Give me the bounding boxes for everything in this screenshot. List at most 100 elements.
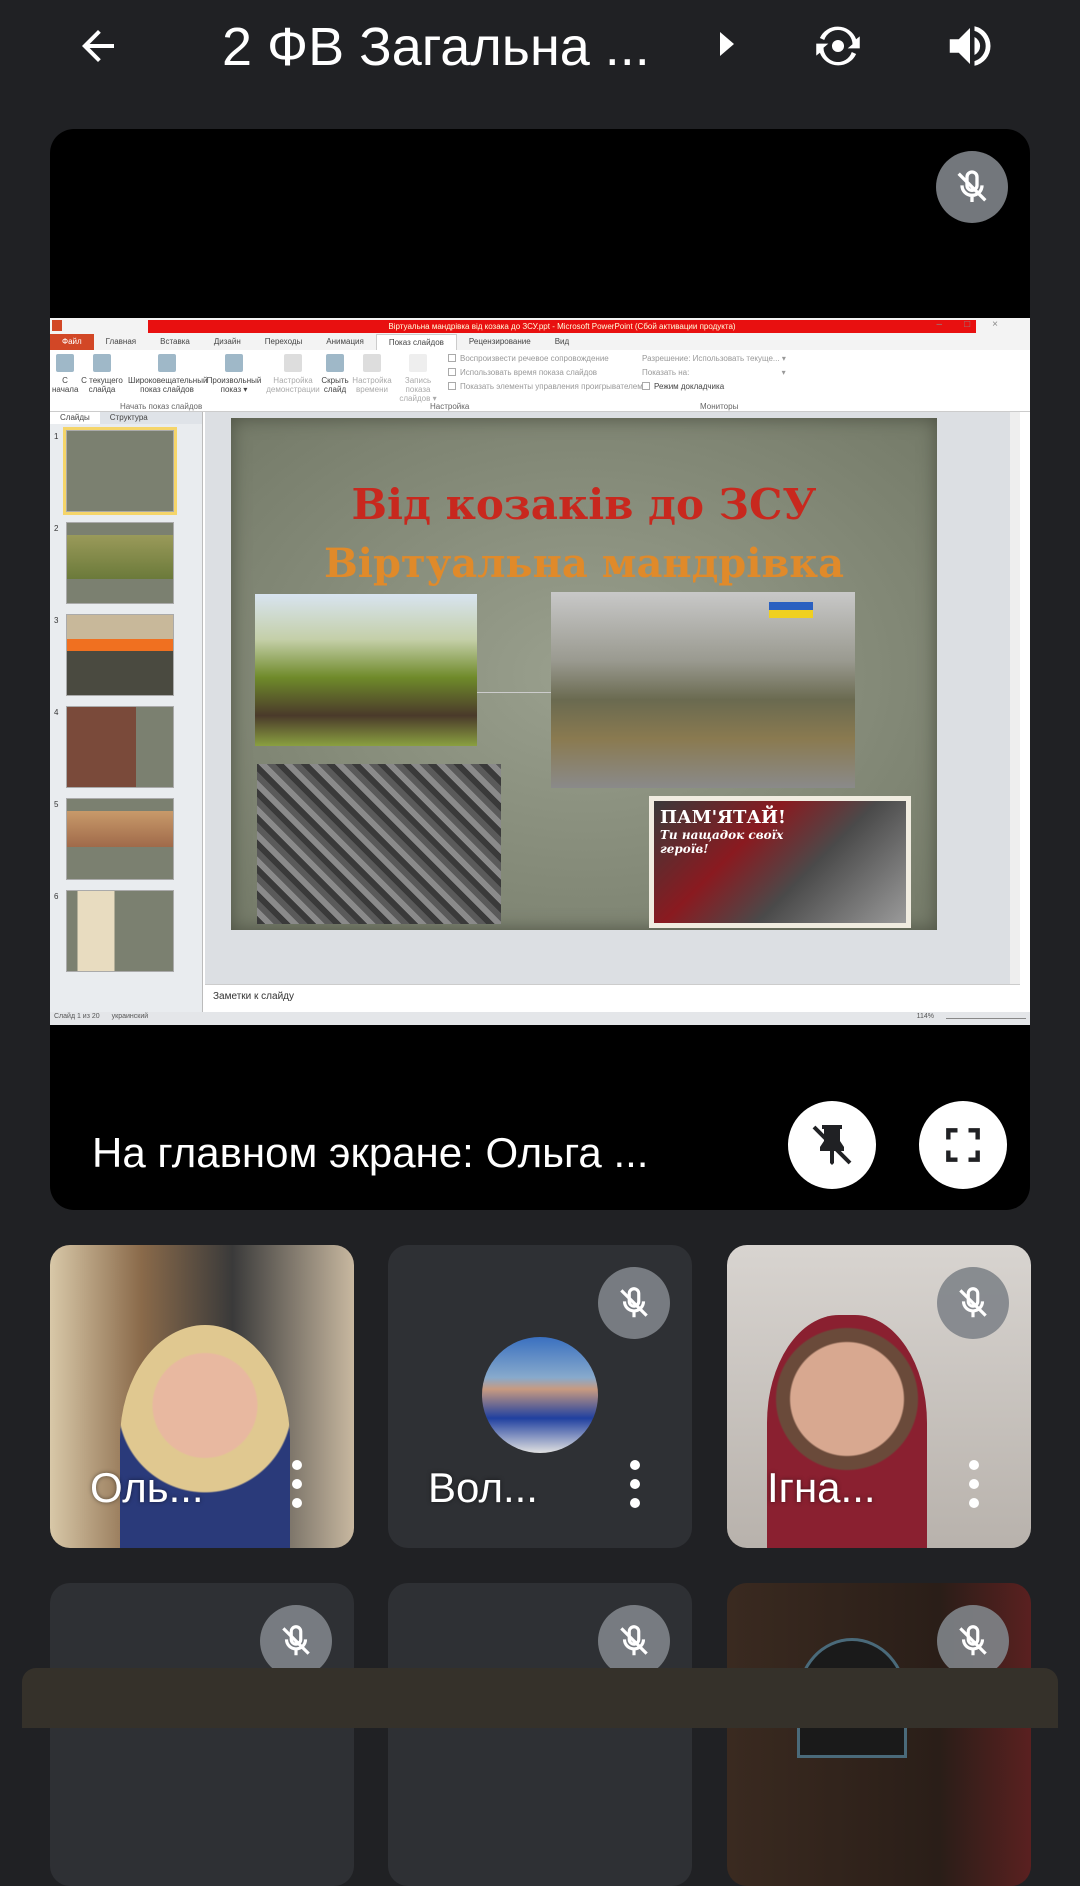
rehearse-timings-button[interactable]: Настройка времени bbox=[352, 352, 392, 394]
muted-indicator bbox=[936, 151, 1008, 223]
volume-icon bbox=[949, 26, 991, 66]
thumb-number: 3 bbox=[54, 616, 59, 625]
muted-indicator bbox=[937, 1267, 1009, 1339]
participant-video bbox=[767, 1315, 927, 1548]
title-expand-icon[interactable] bbox=[720, 32, 734, 56]
participant-tile[interactable]: Оль... bbox=[50, 1245, 354, 1548]
participant-avatar bbox=[482, 1337, 598, 1453]
back-button[interactable] bbox=[70, 18, 126, 74]
participant-tile[interactable]: Ігна... bbox=[727, 1245, 1031, 1548]
checkbox-media-controls[interactable]: Показать элементы управления проигрывате… bbox=[448, 382, 643, 391]
more-options-button[interactable] bbox=[292, 1460, 302, 1508]
mic-off-icon bbox=[959, 1287, 987, 1318]
hide-slide-button[interactable]: Скрыть слайд bbox=[320, 352, 350, 394]
ppt-ribbon-tabs: Файл Главная Вставка Дизайн Переходы Ани… bbox=[50, 334, 1030, 350]
muted-indicator bbox=[598, 1605, 670, 1677]
slide-subtitle: Віртуальна мандрівка bbox=[323, 540, 845, 587]
checkbox-timings[interactable]: Использовать время показа слайдов bbox=[448, 368, 597, 377]
from-current-button[interactable]: С текущего слайда bbox=[80, 352, 124, 394]
slide-thumbnail[interactable] bbox=[66, 890, 174, 972]
participant-name: Оль... bbox=[90, 1464, 204, 1511]
ppt-ribbon: С начала С текущего слайда Широковещател… bbox=[50, 350, 1030, 412]
arrow-left-icon bbox=[82, 30, 114, 62]
remember-poster-image: ПАМ'ЯТАЙ! Ти нащадок своїх героїв! bbox=[649, 796, 911, 928]
slide-editor: Від козаків до ЗСУ Віртуальна мандрівка … bbox=[205, 412, 1020, 1002]
participant-video bbox=[120, 1325, 290, 1548]
mic-off-icon bbox=[620, 1625, 648, 1656]
ppt-tab[interactable]: Переходы bbox=[253, 334, 315, 350]
mic-off-icon bbox=[620, 1287, 648, 1318]
checkbox-narration[interactable]: Воспроизвести речевое сопровождение bbox=[448, 354, 609, 363]
ppt-tab[interactable]: Файл bbox=[50, 334, 94, 350]
muted-indicator bbox=[937, 1605, 1009, 1677]
ppt-status-bar: Слайд 1 из 20 украинский 114% bbox=[50, 1012, 1030, 1025]
window-controls[interactable]: –□× bbox=[937, 319, 1020, 330]
participant-tile[interactable] bbox=[388, 1583, 692, 1886]
ppt-window-title: Віртуальна мандрівка від козака до ЗСУ.p… bbox=[148, 320, 976, 333]
ppt-tab[interactable]: Показ слайдов bbox=[375, 334, 457, 350]
ppt-tab[interactable]: Рецензирование bbox=[457, 334, 543, 350]
resolution-select[interactable]: Разрешение: Использовать текуще... ▾ bbox=[642, 354, 786, 363]
ppt-tab[interactable]: Анимация bbox=[314, 334, 376, 350]
fullscreen-button[interactable] bbox=[919, 1101, 1007, 1189]
slide-thumbnail[interactable] bbox=[66, 522, 174, 604]
thumb-number: 6 bbox=[54, 892, 59, 901]
poster-text: героїв! bbox=[660, 842, 709, 856]
custom-show-button[interactable]: Произвольный показ ▾ bbox=[206, 352, 262, 394]
zoom-slider[interactable] bbox=[946, 1013, 1026, 1019]
zoom-level[interactable]: 114% bbox=[917, 1013, 934, 1024]
current-slide: Від козаків до ЗСУ Віртуальна мандрівка … bbox=[231, 418, 937, 930]
mic-off-icon bbox=[957, 170, 987, 202]
slide-thumbnail[interactable] bbox=[63, 427, 177, 515]
shared-screen-powerpoint: Віртуальна мандрівка від козака до ЗСУ.p… bbox=[50, 318, 1030, 1025]
more-options-button[interactable] bbox=[969, 1460, 979, 1508]
ppt-tab[interactable]: Вид bbox=[543, 334, 581, 350]
poster-headline: ПАМ'ЯТАЙ! bbox=[660, 807, 786, 828]
unpin-icon bbox=[812, 1125, 852, 1165]
presentation-tile[interactable]: Віртуальна мандрівка від козака до ЗСУ.p… bbox=[50, 129, 1030, 1210]
record-show-button[interactable]: Запись показа слайдов ▾ bbox=[392, 352, 444, 403]
thumb-number: 5 bbox=[54, 800, 59, 809]
show-on-select[interactable]: Показать на: ▾ bbox=[642, 368, 786, 377]
mic-off-icon bbox=[282, 1625, 310, 1656]
presenter-view-checkbox[interactable]: Режим докладчика bbox=[642, 382, 724, 391]
more-options-button[interactable] bbox=[630, 1460, 640, 1508]
notes-field[interactable]: Заметки к слайду bbox=[205, 984, 1020, 1012]
audio-output-button[interactable] bbox=[940, 16, 1000, 76]
ppt-tab[interactable]: Вставка bbox=[148, 334, 202, 350]
mic-off-icon bbox=[959, 1625, 987, 1656]
group-label: Начать показ слайдов bbox=[120, 402, 203, 411]
participant-name: Ігна... bbox=[767, 1464, 876, 1511]
bottom-sheet[interactable] bbox=[22, 1668, 1058, 1728]
setup-show-button[interactable]: Настройка демонстрации bbox=[266, 352, 320, 394]
camera-switch-icon bbox=[816, 26, 860, 66]
meeting-title[interactable]: 2 ФВ Загальна ... bbox=[222, 16, 650, 78]
historical-crowd-photo-image bbox=[257, 764, 501, 924]
muted-indicator bbox=[260, 1605, 332, 1677]
vertical-scrollbar[interactable] bbox=[1010, 412, 1020, 1002]
ppt-tab[interactable]: Главная bbox=[94, 334, 148, 350]
slides-pane: Слайды Структура 1 2 3 4 5 6 bbox=[50, 412, 203, 1012]
slide-thumbnail[interactable] bbox=[66, 798, 174, 880]
connector-line bbox=[477, 692, 551, 693]
slide-thumbnail[interactable] bbox=[66, 614, 174, 696]
group-label: Настройка bbox=[430, 402, 470, 411]
from-start-button[interactable]: С начала bbox=[52, 352, 78, 394]
thumb-number: 1 bbox=[54, 432, 59, 441]
thumb-number: 4 bbox=[54, 708, 59, 717]
presenter-caption: На главном экране: Ольга ... bbox=[92, 1129, 649, 1176]
slide-counter: Слайд 1 из 20 bbox=[54, 1013, 100, 1020]
poster-text: Ти нащадок своїх bbox=[660, 828, 784, 842]
pane-tab-outline[interactable]: Структура bbox=[100, 412, 158, 424]
participant-tile[interactable] bbox=[727, 1583, 1031, 1886]
slide-title: Від козаків до ЗСУ bbox=[351, 480, 817, 529]
participant-tile[interactable] bbox=[50, 1583, 354, 1886]
pin-button[interactable] bbox=[788, 1101, 876, 1189]
cossacks-painting-image bbox=[255, 594, 477, 746]
slide-thumbnail[interactable] bbox=[66, 706, 174, 788]
switch-camera-button[interactable] bbox=[806, 14, 870, 78]
participant-tile[interactable]: Вол... bbox=[388, 1245, 692, 1548]
broadcast-button[interactable]: Широковещательный показ слайдов bbox=[128, 352, 207, 394]
pane-tab-slides[interactable]: Слайды bbox=[50, 412, 100, 424]
ppt-tab[interactable]: Дизайн bbox=[202, 334, 253, 350]
